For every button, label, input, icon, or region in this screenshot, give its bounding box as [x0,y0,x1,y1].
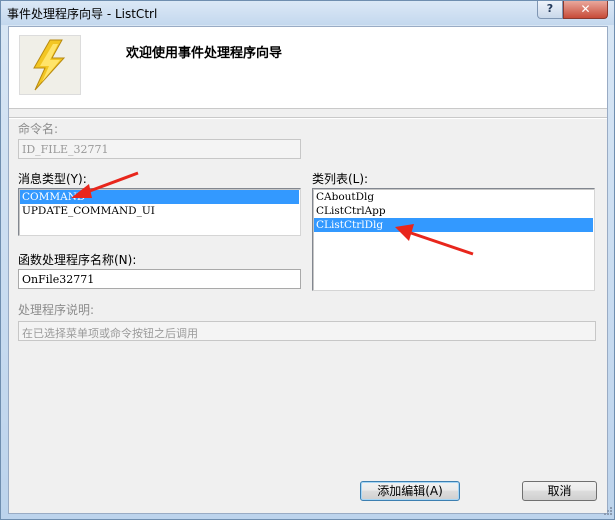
resize-grip-icon[interactable] [603,506,613,516]
wizard-heading: 欢迎使用事件处理程序向导 [126,46,283,61]
message-type-list[interactable]: COMMAND UPDATE_COMMAND_UI [18,188,301,236]
wizard-banner: 欢迎使用事件处理程序向导 [9,27,607,109]
handler-description-field: 在已选择菜单项或命令按钮之后调用 [18,321,596,341]
help-button[interactable]: ? [537,1,563,19]
handler-name-field[interactable]: OnFile32771 [18,269,301,289]
list-item-command[interactable]: COMMAND [20,190,299,204]
add-edit-button[interactable]: 添加编辑(A) [360,481,460,501]
class-list-label: 类列表(L): [312,172,369,186]
title-bar[interactable]: 事件处理程序向导 - ListCtrl ? ✕ [1,1,614,25]
list-item-update-command-ui[interactable]: UPDATE_COMMAND_UI [20,204,299,218]
cancel-button[interactable]: 取消 [522,481,597,501]
list-item-clistctrldlg[interactable]: CListCtrlDlg [314,218,593,232]
window-title: 事件处理程序向导 - ListCtrl [7,7,158,21]
command-name-field: ID_FILE_32771 [18,139,301,159]
handler-name-label: 函数处理程序名称(N): [18,253,137,267]
wizard-window: 事件处理程序向导 - ListCtrl ? ✕ 欢迎使用事件处理程序向导 命令名… [0,0,615,520]
lightning-icon [19,35,81,95]
message-type-label: 消息类型(Y): [18,172,87,186]
list-item-caboutdlg[interactable]: CAboutDlg [314,190,593,204]
handler-description-label: 处理程序说明: [18,303,95,317]
class-list[interactable]: CAboutDlg CListCtrlApp CListCtrlDlg [312,188,595,291]
dialog-client-area: 欢迎使用事件处理程序向导 命令名: ID_FILE_32771 消息类型(Y):… [8,26,608,514]
separator [9,117,607,119]
command-name-label: 命令名: [18,122,59,136]
close-button[interactable]: ✕ [563,1,608,19]
list-item-clistctrlapp[interactable]: CListCtrlApp [314,204,593,218]
